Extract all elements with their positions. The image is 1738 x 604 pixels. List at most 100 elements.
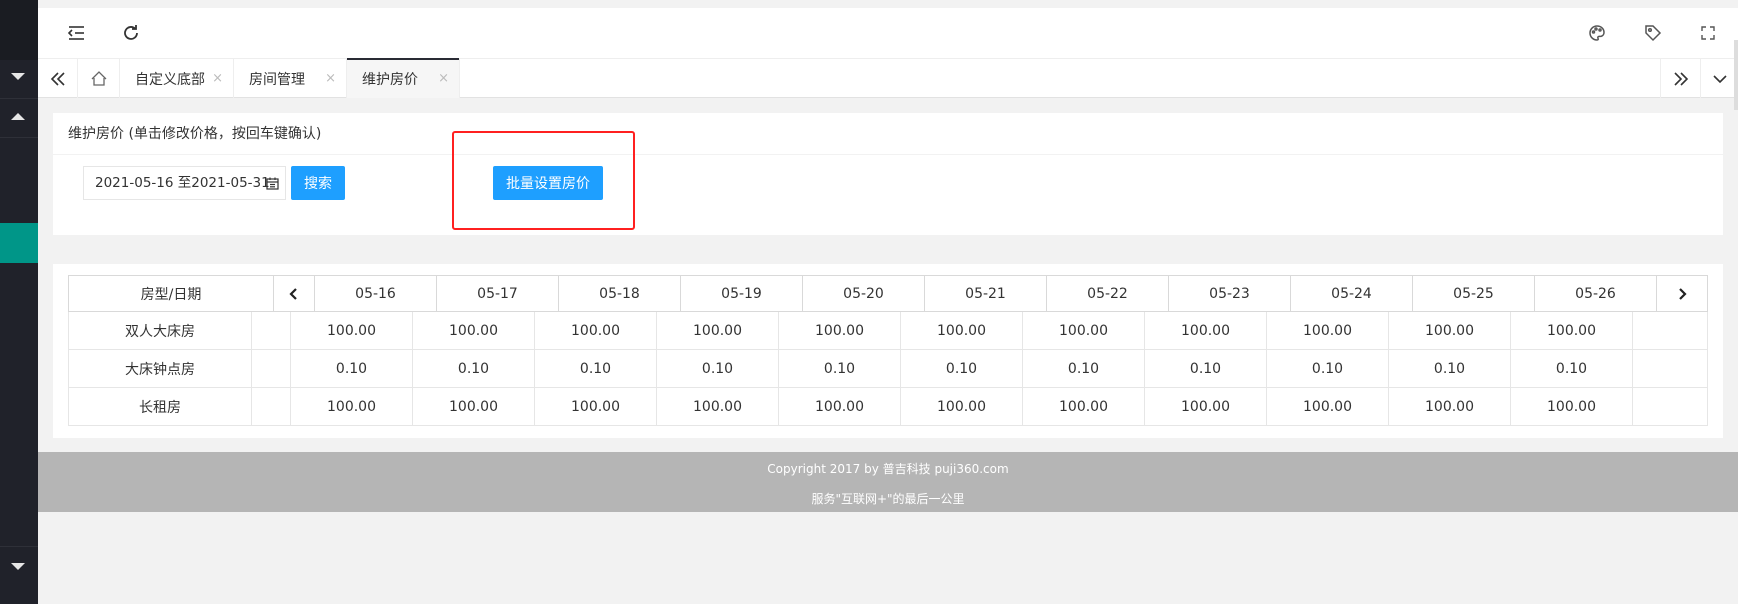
- price-cell[interactable]: 100.00: [901, 312, 1023, 349]
- scrollbar[interactable]: [1734, 40, 1738, 110]
- caret-up-icon[interactable]: [11, 113, 25, 120]
- price-cell[interactable]: 100.00: [413, 312, 535, 349]
- spacer-cell: [252, 388, 291, 425]
- prev-dates-button[interactable]: [274, 276, 315, 311]
- tab-bar: 自定义底部 × 房间管理 × 维护房价 ×: [38, 58, 1738, 98]
- price-cell[interactable]: 100.00: [1145, 312, 1267, 349]
- price-cell[interactable]: 0.10: [779, 350, 901, 387]
- tab-scroll-left-button[interactable]: [38, 59, 78, 98]
- tab-label: 房间管理: [249, 71, 305, 88]
- date-range-input[interactable]: 2021-05-16 至2021-05-31: [83, 166, 286, 200]
- date-header: 05-25: [1413, 276, 1535, 311]
- trailing-cell: [1633, 350, 1707, 387]
- price-cell[interactable]: 100.00: [657, 388, 779, 425]
- next-dates-button[interactable]: [1657, 276, 1707, 311]
- spacer-cell: [252, 350, 291, 387]
- copyright-text: Copyright 2017 by 普吉科技 puji360.com: [767, 462, 1009, 476]
- price-cell[interactable]: 100.00: [1145, 388, 1267, 425]
- close-icon[interactable]: ×: [212, 71, 223, 86]
- tab-custom-footer[interactable]: 自定义底部 ×: [120, 59, 234, 98]
- price-cell[interactable]: 100.00: [535, 312, 657, 349]
- price-cell[interactable]: 100.00: [1023, 388, 1145, 425]
- tab-label: 自定义底部: [135, 71, 205, 88]
- price-cell[interactable]: 100.00: [1267, 388, 1389, 425]
- price-cell[interactable]: 100.00: [1389, 312, 1511, 349]
- date-header: 05-23: [1169, 276, 1291, 311]
- sidebar: [0, 0, 38, 604]
- price-cell[interactable]: 0.10: [413, 350, 535, 387]
- price-cell[interactable]: 0.10: [1389, 350, 1511, 387]
- tab-home[interactable]: [78, 59, 120, 98]
- price-cell[interactable]: 100.00: [535, 388, 657, 425]
- search-button[interactable]: 搜索: [291, 166, 345, 200]
- price-cell[interactable]: 100.00: [901, 388, 1023, 425]
- price-cell[interactable]: 100.00: [1267, 312, 1389, 349]
- date-header: 05-18: [559, 276, 681, 311]
- tab-room-management[interactable]: 房间管理 ×: [234, 59, 347, 98]
- date-header: 05-22: [1047, 276, 1169, 311]
- date-header: 05-16: [315, 276, 437, 311]
- card-title: 维护房价 (单击修改价格，按回车键确认): [53, 113, 1723, 155]
- tab-options-button[interactable]: [1700, 59, 1738, 98]
- tab-scroll-right-button[interactable]: [1660, 59, 1700, 98]
- chevron-down-icon: [1712, 74, 1727, 83]
- table-header: 房型/日期 05-16 05-17 05-18 05-19 05-20 05-2…: [68, 275, 1708, 312]
- sidebar-divider: [0, 137, 38, 138]
- double-left-icon: [50, 71, 65, 86]
- price-cell[interactable]: 0.10: [657, 350, 779, 387]
- date-header: 05-26: [1535, 276, 1657, 311]
- table-row: 双人大床房 100.00 100.00 100.00 100.00 100.00 100.0…: [68, 312, 1708, 350]
- active-tab-indicator: [347, 58, 459, 60]
- home-icon: [91, 70, 106, 86]
- tab-maintain-prices[interactable]: 维护房价 ×: [347, 58, 460, 98]
- price-cell[interactable]: 0.10: [1267, 350, 1389, 387]
- chevron-left-icon: [289, 287, 297, 300]
- caret-down-icon[interactable]: [11, 563, 25, 570]
- price-cell[interactable]: 100.00: [1023, 312, 1145, 349]
- room-type-cell: 双人大床房: [69, 312, 252, 349]
- price-cell[interactable]: 100.00: [1389, 388, 1511, 425]
- price-cell[interactable]: 100.00: [1511, 312, 1633, 349]
- price-filter-card: 维护房价 (单击修改价格，按回车键确认) 2021-05-16 至2021-05…: [53, 113, 1723, 235]
- price-cell[interactable]: 100.00: [413, 388, 535, 425]
- chevron-right-icon: [1679, 287, 1687, 300]
- trailing-cell: [1633, 312, 1707, 349]
- room-type-cell: 大床钟点房: [69, 350, 252, 387]
- sidebar-active-item[interactable]: [0, 223, 38, 263]
- price-cell[interactable]: 100.00: [1511, 388, 1633, 425]
- top-header: [38, 8, 1738, 58]
- close-icon[interactable]: ×: [325, 71, 336, 86]
- tag-icon[interactable]: [1642, 22, 1664, 44]
- date-header: 05-17: [437, 276, 559, 311]
- caret-down-icon[interactable]: [11, 73, 25, 80]
- date-header: 05-20: [803, 276, 925, 311]
- price-cell[interactable]: 0.10: [1511, 350, 1633, 387]
- page-footer: Copyright 2017 by 普吉科技 puji360.com 服务"互联…: [38, 452, 1738, 512]
- price-cell[interactable]: 0.10: [1145, 350, 1267, 387]
- date-header: 05-24: [1291, 276, 1413, 311]
- price-table-card: 房型/日期 05-16 05-17 05-18 05-19 05-20 05-2…: [53, 264, 1723, 438]
- price-cell[interactable]: 0.10: [535, 350, 657, 387]
- price-cell[interactable]: 0.10: [1023, 350, 1145, 387]
- menu-collapse-icon[interactable]: [65, 22, 87, 44]
- calendar-icon: [266, 177, 279, 190]
- price-cell[interactable]: 100.00: [291, 312, 413, 349]
- price-cell[interactable]: 0.10: [291, 350, 413, 387]
- slogan-text: 服务"互联网+"的最后一公里: [811, 492, 965, 506]
- refresh-icon[interactable]: [120, 22, 142, 44]
- price-cell[interactable]: 0.10: [901, 350, 1023, 387]
- table-row: 长租房 100.00 100.00 100.00 100.00 100.00 100.00 1…: [68, 388, 1708, 426]
- price-cell[interactable]: 100.00: [291, 388, 413, 425]
- trailing-cell: [1633, 388, 1707, 425]
- fullscreen-icon[interactable]: [1697, 22, 1719, 44]
- spacer-cell: [252, 312, 291, 349]
- date-header: 05-19: [681, 276, 803, 311]
- price-cell[interactable]: 100.00: [657, 312, 779, 349]
- price-cell[interactable]: 100.00: [779, 312, 901, 349]
- close-icon[interactable]: ×: [438, 71, 449, 86]
- corner-header: 房型/日期: [69, 276, 274, 311]
- price-cell[interactable]: 100.00: [779, 388, 901, 425]
- sidebar-top: [0, 0, 38, 60]
- theme-palette-icon[interactable]: [1586, 22, 1608, 44]
- room-type-cell: 长租房: [69, 388, 252, 425]
